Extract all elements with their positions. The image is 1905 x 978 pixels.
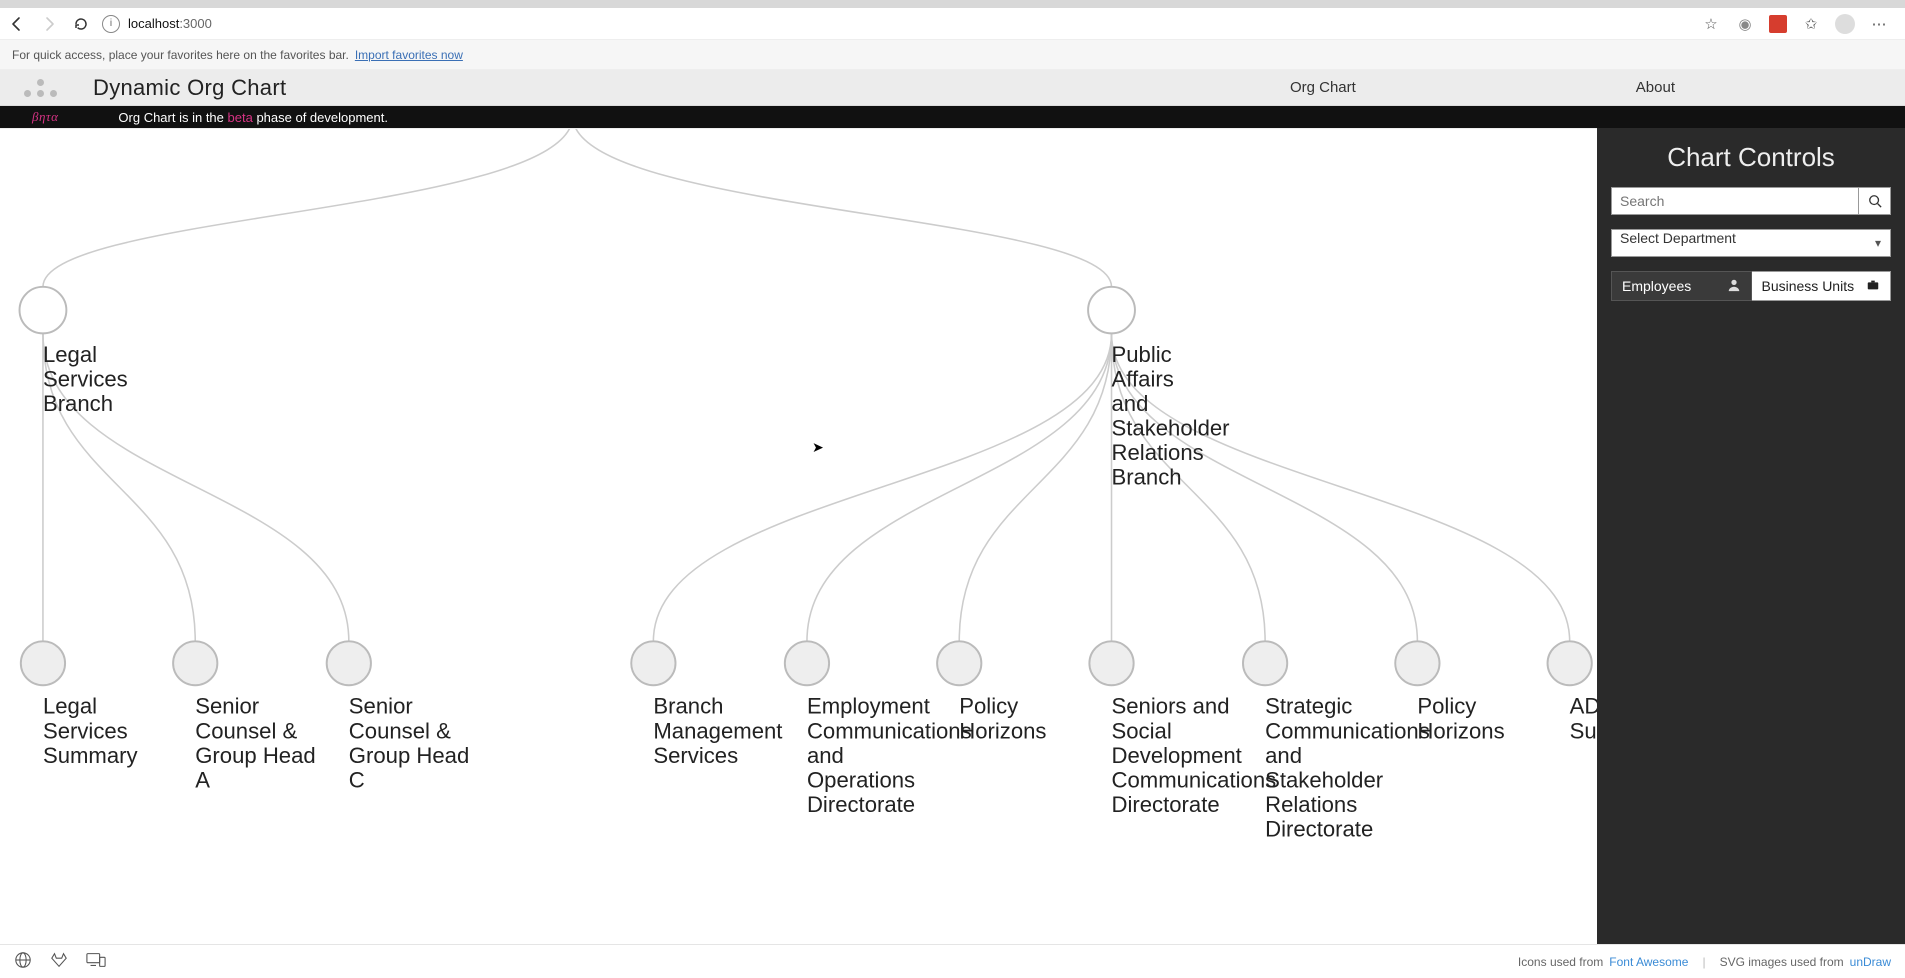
toggle-employees[interactable]: Employees <box>1611 271 1752 301</box>
profile-avatar-icon[interactable] <box>1835 14 1855 34</box>
favorites-hint: For quick access, place your favorites h… <box>12 48 349 62</box>
beta-banner: βητα Org Chart is in the beta phase of d… <box>0 106 1905 128</box>
toggle-employees-label: Employees <box>1622 278 1691 294</box>
svg-text:LegalServicesBranch: LegalServicesBranch <box>43 342 128 416</box>
org-node-scc[interactable]: SeniorCounsel &Group HeadC <box>327 641 470 792</box>
svg-text:ADMSup: ADMSup <box>1570 694 1597 744</box>
svg-text:Seniors andSocialDevelopmentCo: Seniors andSocialDevelopmentCommunicatio… <box>1112 694 1277 817</box>
org-node-lss[interactable]: LegalServicesSummary <box>21 641 138 768</box>
department-select[interactable]: Select Department <box>1611 229 1891 257</box>
chart-controls-panel: Chart Controls Select Department ▾ Emplo… <box>1597 128 1905 944</box>
favorites-bar: For quick access, place your favorites h… <box>0 40 1905 70</box>
back-button[interactable] <box>6 13 28 35</box>
svg-text:StrategicCommunicationsandStak: StrategicCommunicationsandStakeholderRel… <box>1265 694 1430 842</box>
org-node-adm[interactable]: ADMSup <box>1548 641 1597 743</box>
app-header: Dynamic Org Chart Org Chart About <box>0 70 1905 106</box>
beta-message: Org Chart is in the beta phase of develo… <box>118 110 388 125</box>
org-chart-canvas[interactable]: LegalServicesBranch LegalServicesSummary S… <box>0 128 1597 944</box>
svg-text:PolicyHorizons: PolicyHorizons <box>1417 694 1504 744</box>
svg-text:SeniorCounsel &Group HeadC: SeniorCounsel &Group HeadC <box>349 694 469 793</box>
footer-divider: | <box>1702 955 1705 969</box>
browser-tabstrip <box>0 0 1905 8</box>
svg-text:LegalServicesSummary: LegalServicesSummary <box>43 694 138 768</box>
refresh-button[interactable] <box>70 13 92 35</box>
org-node-legal[interactable]: LegalServicesBranch <box>20 287 128 416</box>
footer-icon-gitlab[interactable] <box>50 951 68 972</box>
toggle-units-label: Business Units <box>1762 278 1855 294</box>
site-info-icon[interactable]: i <box>102 15 120 33</box>
app-title: Dynamic Org Chart <box>93 75 286 101</box>
url-text: localhost:3000 <box>128 16 212 31</box>
reading-list-icon[interactable]: ✩ <box>1801 14 1821 34</box>
svg-text:PublicAffairsandStakeholderRel: PublicAffairsandStakeholderRelationsBran… <box>1112 342 1230 490</box>
browser-address-bar: i localhost:3000 ☆ ◉ ✩ ⋯ <box>0 8 1905 40</box>
toggle-business-units[interactable]: Business Units <box>1752 271 1892 301</box>
org-node-sca[interactable]: SeniorCounsel &Group HeadA <box>173 641 316 792</box>
import-favorites-link[interactable]: Import favorites now <box>355 48 463 62</box>
window-dots-icon <box>24 79 57 97</box>
footer-undraw-link[interactable]: unDraw <box>1850 955 1891 969</box>
org-node-bms[interactable]: BranchManagementServices <box>631 641 782 768</box>
nav-about[interactable]: About <box>1636 79 1675 96</box>
svg-text:EmploymentCommunicationsandOpe: EmploymentCommunicationsandOperationsDir… <box>807 694 972 817</box>
favorite-star-icon[interactable]: ☆ <box>1701 14 1721 34</box>
footer-fontawesome-link[interactable]: Font Awesome <box>1609 955 1688 969</box>
svg-text:PolicyHorizons: PolicyHorizons <box>959 694 1046 744</box>
footer-icon-devices[interactable] <box>86 951 106 972</box>
url-field[interactable]: i localhost:3000 <box>102 11 1691 37</box>
footer-svg-text: SVG images used from <box>1720 955 1844 969</box>
org-node-pasr[interactable]: PublicAffairsandStakeholderRelationsBran… <box>1088 287 1229 490</box>
controls-title: Chart Controls <box>1611 142 1891 173</box>
search-button[interactable] <box>1859 187 1891 215</box>
extension-icon-2[interactable] <box>1769 15 1787 33</box>
briefcase-icon <box>1866 278 1880 295</box>
extension-icon-1[interactable]: ◉ <box>1735 14 1755 34</box>
footer: Icons used from Font Awesome | SVG image… <box>0 944 1905 978</box>
footer-icons-text: Icons used from <box>1518 955 1603 969</box>
footer-icon-globe[interactable] <box>14 951 32 972</box>
more-menu-icon[interactable]: ⋯ <box>1869 14 1889 34</box>
svg-text:SeniorCounsel &Group HeadA: SeniorCounsel &Group HeadA <box>195 694 315 793</box>
beta-badge: βητα <box>32 109 58 125</box>
svg-text:BranchManagementServices: BranchManagementServices <box>653 694 782 768</box>
forward-button[interactable] <box>38 13 60 35</box>
nav-orgchart[interactable]: Org Chart <box>1290 79 1356 96</box>
user-icon <box>1727 278 1741 295</box>
search-input[interactable] <box>1611 187 1859 215</box>
